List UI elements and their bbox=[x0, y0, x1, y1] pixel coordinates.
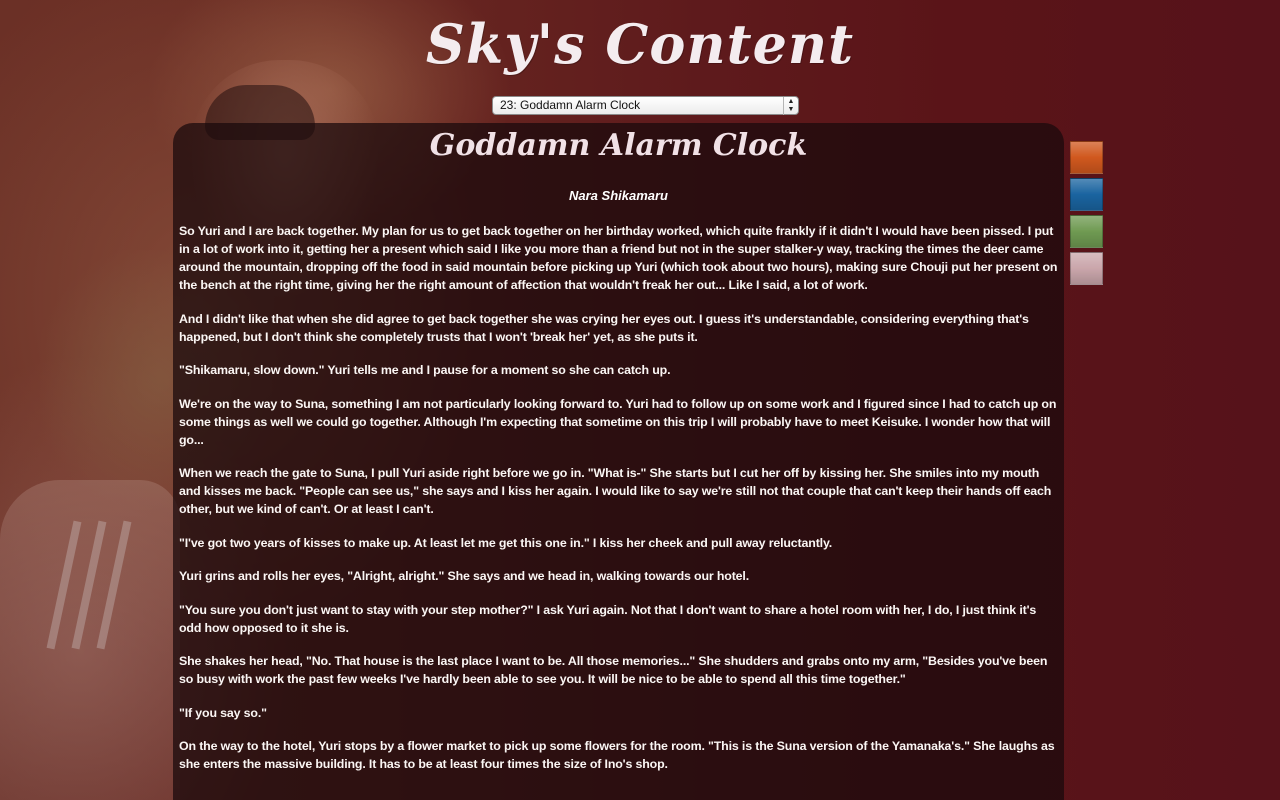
chapter-title: Goddamn Alarm Clock bbox=[429, 128, 808, 163]
story-paragraph: On the way to the hotel, Yuri stops by a… bbox=[179, 739, 1055, 771]
theme-swatch-orange[interactable] bbox=[1070, 141, 1103, 174]
story-text: So Yuri and I are back together. My plan… bbox=[179, 222, 1059, 789]
story-paragraph: "I've got two years of kisses to make up… bbox=[179, 535, 833, 550]
theme-swatch-green[interactable] bbox=[1070, 215, 1103, 248]
theme-swatch-rose[interactable] bbox=[1070, 252, 1103, 285]
story-paragraph: We're on the way to Suna, something I am… bbox=[179, 396, 1057, 447]
background-figure-arm bbox=[0, 480, 180, 800]
theme-swatch-blue[interactable] bbox=[1070, 178, 1103, 211]
chapter-select-value: 23: Goddamn Alarm Clock bbox=[500, 98, 641, 112]
story-paragraph: "You sure you don't just want to stay wi… bbox=[179, 602, 1037, 635]
pov-label: Nara Shikamaru bbox=[569, 188, 668, 203]
theme-swatches bbox=[1070, 141, 1103, 289]
story-paragraph: "Shikamaru, slow down." Yuri tells me an… bbox=[179, 363, 671, 377]
chapter-select[interactable]: 23: Goddamn Alarm Clock ▲ ▼ bbox=[492, 96, 799, 115]
story-paragraph: And I didn't like that when she did agre… bbox=[179, 311, 1029, 344]
site-title: Sky's Content bbox=[425, 12, 855, 76]
story-paragraph: "If you say so." bbox=[179, 705, 267, 720]
story-paragraph: Yuri grins and rolls her eyes, "Alright,… bbox=[179, 569, 749, 583]
story-paragraph: She shakes her head, "No. That house is … bbox=[179, 654, 1048, 686]
story-paragraph: So Yuri and I are back together. My plan… bbox=[179, 224, 1058, 292]
story-paragraph: When we reach the gate to Suna, I pull Y… bbox=[179, 466, 1052, 516]
select-arrows-icon: ▲ ▼ bbox=[783, 97, 798, 115]
